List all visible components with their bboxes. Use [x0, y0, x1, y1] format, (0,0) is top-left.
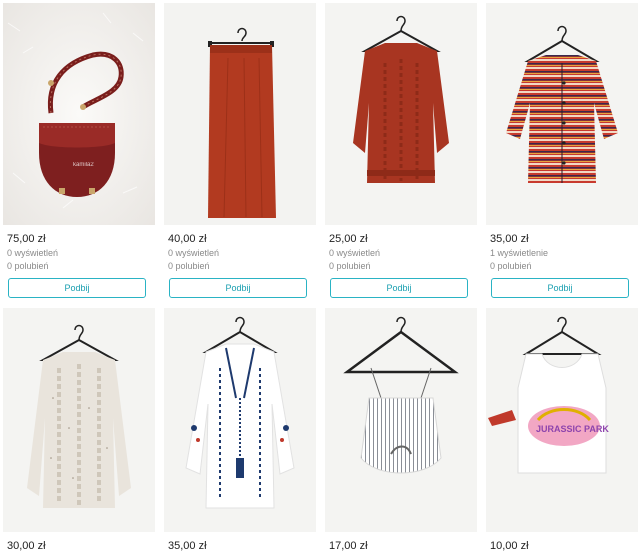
- listings-grid: kamila2 75,00 zł 0 wyświetleń 0 polubień…: [0, 0, 640, 553]
- listing-photo-cardigan[interactable]: [486, 3, 638, 225]
- listing-photo-sweater[interactable]: [325, 3, 477, 225]
- listing-photo-knit-sweater[interactable]: [3, 308, 155, 532]
- listing-card: 17,00 zł: [325, 308, 477, 553]
- listing-likes: 0 polubień: [7, 261, 49, 271]
- listing-card: 30,00 zł: [3, 308, 155, 553]
- listing-price: 25,00 zł: [329, 233, 368, 245]
- listing-card: JURASSIC PARK 10,00 zł: [486, 308, 638, 553]
- listing-photo-blouse[interactable]: [164, 308, 316, 532]
- listing-likes: 0 polubień: [490, 261, 532, 271]
- bump-button[interactable]: Podbij: [491, 278, 629, 298]
- listing-price: 35,00 zł: [490, 233, 529, 245]
- listing-views: 0 wyświetleń: [7, 248, 59, 258]
- watermark-text: kamila2: [73, 162, 94, 168]
- listing-price: 75,00 zł: [7, 233, 46, 245]
- bump-button[interactable]: Podbij: [169, 278, 307, 298]
- listing-price: 10,00 zł: [490, 540, 529, 552]
- listing-card: 40,00 zł 0 wyświetleń 0 polubień Podbij: [164, 3, 316, 298]
- listing-likes: 0 polubień: [329, 261, 371, 271]
- listing-card: kamila2 75,00 zł 0 wyświetleń 0 polubień…: [3, 3, 155, 298]
- listing-card: 35,00 zł 1 wyświetlenie 0 polubień Podbi…: [486, 3, 638, 298]
- listing-card: 25,00 zł 0 wyświetleń 0 polubień Podbij: [325, 3, 477, 298]
- bump-button[interactable]: Podbij: [330, 278, 468, 298]
- listing-photo-skirt[interactable]: [164, 3, 316, 225]
- listing-photo-crop-top[interactable]: [325, 308, 477, 532]
- listing-card: 35,00 zł: [164, 308, 316, 553]
- listing-price: 35,00 zł: [168, 540, 207, 552]
- listing-photo-bag[interactable]: kamila2: [3, 3, 155, 225]
- listing-views: 0 wyświetleń: [329, 248, 381, 258]
- listing-views: 0 wyświetleń: [168, 248, 220, 258]
- listing-photo-tank-top[interactable]: JURASSIC PARK: [486, 308, 638, 532]
- listing-views: 1 wyświetlenie: [490, 248, 549, 258]
- bump-button[interactable]: Podbij: [8, 278, 146, 298]
- listing-price: 17,00 zł: [329, 540, 368, 552]
- listing-likes: 0 polubień: [168, 261, 210, 271]
- listing-price: 40,00 zł: [168, 233, 207, 245]
- listing-price: 30,00 zł: [7, 540, 46, 552]
- jurassic-park-logo-text: JURASSIC PARK: [536, 424, 609, 434]
